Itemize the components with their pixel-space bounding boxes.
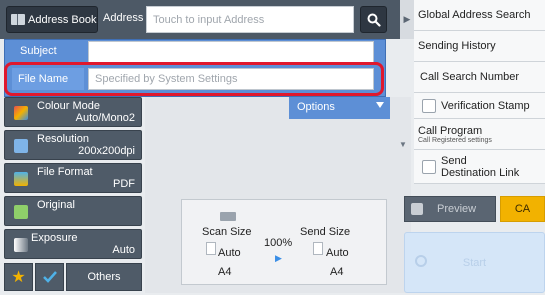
resolution-value: 200x200dpi <box>78 145 135 157</box>
send-size-label: Send Size <box>300 226 351 238</box>
colour-mode-title: Colour Mode <box>37 100 100 112</box>
scroll-down-arrow-icon[interactable]: ▼ <box>397 138 409 150</box>
start-icon <box>415 255 427 267</box>
send-document-icon <box>313 242 323 255</box>
expand-panel-arrow-icon[interactable]: ▶ <box>400 0 414 39</box>
address-label: Address <box>103 12 144 24</box>
search-icon <box>367 13 381 27</box>
scan-document-icon <box>206 242 216 255</box>
subject-input[interactable] <box>88 41 374 63</box>
address-book-button[interactable]: Address Book <box>6 6 98 33</box>
address-input[interactable]: Touch to input Address <box>146 6 354 33</box>
checkmark-icon <box>42 271 57 283</box>
star-icon: ★ <box>11 269 26 286</box>
global-address-search-button[interactable]: Global Address Search <box>414 0 545 31</box>
file-format-value: PDF <box>113 178 135 190</box>
verification-stamp-checkbox[interactable] <box>422 98 436 113</box>
subject-label: Subject <box>12 40 84 62</box>
exposure-button[interactable]: Exposure Auto <box>4 229 142 259</box>
colour-mode-icon <box>14 106 28 120</box>
scan-size-paper: A4 <box>218 266 232 278</box>
send-destination-link-label: Send Destination Link <box>441 154 520 179</box>
arrow-right-icon: ▶ <box>275 253 282 263</box>
file-name-highlight <box>4 62 384 96</box>
size-panel: Scan Size Auto A4 100% ▶ Send Size Auto … <box>181 199 387 285</box>
file-format-button[interactable]: File Format PDF <box>4 163 142 193</box>
verification-stamp-button[interactable]: Verification Stamp <box>414 93 545 119</box>
verification-stamp-label: Verification Stamp <box>441 99 530 112</box>
ratio-value: 100% <box>264 237 293 249</box>
preview-icon <box>411 203 423 215</box>
exposure-value: Auto <box>112 244 135 256</box>
file-format-title: File Format <box>37 166 93 178</box>
scan-size-label: Scan Size <box>202 226 252 238</box>
send-size-paper: A4 <box>330 266 344 278</box>
sending-history-button[interactable]: Sending History <box>414 31 545 62</box>
clear-all-button[interactable]: CA <box>500 196 545 222</box>
exposure-title: Exposure <box>31 232 78 244</box>
check-settings-button[interactable] <box>35 263 64 291</box>
original-button[interactable]: Original <box>4 196 142 226</box>
send-destination-link-checkbox[interactable] <box>422 159 436 174</box>
colour-mode-value: Auto/Mono2 <box>75 112 135 124</box>
chevron-down-icon <box>376 102 384 108</box>
global-address-search-label: Global Address Search <box>418 9 531 21</box>
original-icon <box>14 205 28 219</box>
resolution-icon <box>14 139 28 153</box>
resolution-title: Resolution <box>37 133 89 145</box>
call-program-label: Call Program <box>418 124 483 137</box>
search-button[interactable] <box>360 6 387 33</box>
scanner-icon <box>220 212 236 221</box>
others-button[interactable]: Others <box>66 263 142 291</box>
send-size-mode[interactable]: Auto <box>326 247 349 259</box>
call-search-number-label: Call Search Number <box>420 71 520 83</box>
sending-history-label: Sending History <box>418 40 496 52</box>
call-search-number-button[interactable]: Call Search Number <box>414 62 545 93</box>
call-program-button[interactable]: Call Program Call Registered settings <box>414 119 545 150</box>
original-title: Original <box>37 199 75 211</box>
address-book-icon <box>11 14 25 25</box>
call-program-sublabel: Call Registered settings <box>418 136 492 144</box>
exposure-icon <box>14 238 28 252</box>
favorites-button[interactable]: ★ <box>4 263 33 291</box>
resolution-button[interactable]: Resolution 200x200dpi <box>4 130 142 160</box>
file-format-icon <box>14 172 28 186</box>
send-destination-link-button[interactable]: Send Destination Link <box>414 150 545 184</box>
colour-mode-button[interactable]: Colour Mode Auto/Mono2 <box>4 97 142 127</box>
options-button[interactable]: Options <box>289 97 390 119</box>
scan-size-mode[interactable]: Auto <box>218 247 241 259</box>
address-book-label: Address Book <box>28 13 97 26</box>
